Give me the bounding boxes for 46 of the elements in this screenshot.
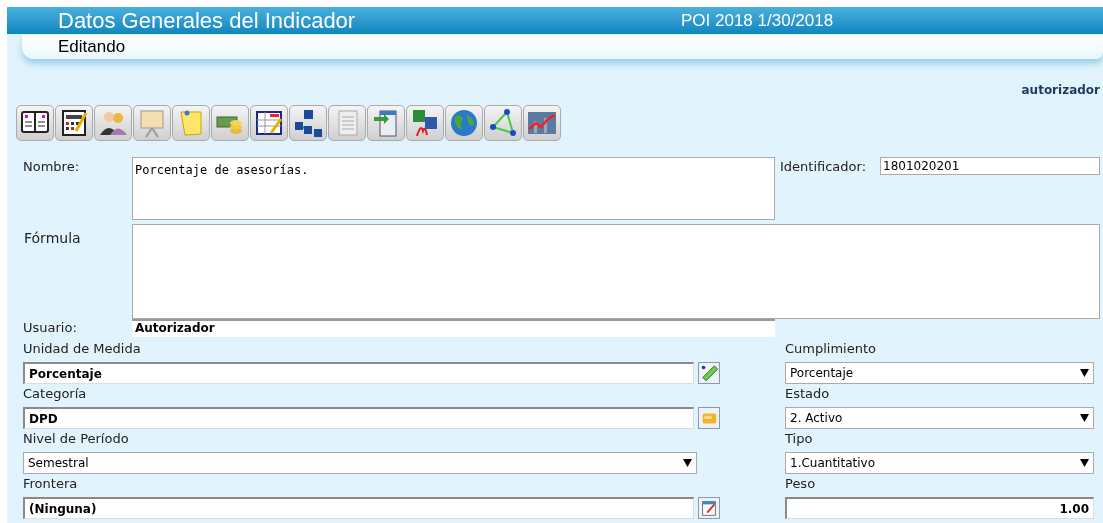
- folder-icon[interactable]: [698, 407, 720, 429]
- chart-icon[interactable]: [523, 105, 561, 141]
- document-export-icon[interactable]: [367, 105, 405, 141]
- field-label: Unidad de Medida: [23, 340, 142, 358]
- dropdown-arrow-icon: [1080, 459, 1089, 467]
- notepad-icon[interactable]: [698, 497, 720, 519]
- field-label: Estado: [785, 385, 831, 403]
- globe-icon[interactable]: [445, 105, 483, 141]
- dropdown[interactable]: Semestral: [23, 452, 697, 474]
- lookup-field[interactable]: Porcentaje: [23, 362, 694, 384]
- field-label: Categoría: [23, 385, 88, 403]
- mode-label: Editando: [58, 36, 126, 59]
- dropdown[interactable]: Porcentaje: [785, 362, 1094, 384]
- dropdown[interactable]: 1.Cuantitativo: [785, 452, 1094, 474]
- formula-textarea[interactable]: [132, 224, 1100, 319]
- network-icon[interactable]: [484, 105, 522, 141]
- calculator-icon[interactable]: [55, 105, 93, 141]
- user-field: Autorizador: [132, 319, 775, 337]
- field-label: Peso: [785, 475, 817, 493]
- office-files-icon[interactable]: [406, 105, 444, 141]
- money-icon[interactable]: [211, 105, 249, 141]
- lookup-field[interactable]: (Ninguna): [23, 497, 694, 519]
- field-label: Fórmula: [23, 229, 82, 248]
- table-edit-icon[interactable]: [250, 105, 288, 141]
- header-subtitle: POI 2018 1/30/2018: [681, 12, 834, 29]
- field-label: Identificador:: [780, 158, 868, 176]
- field-label: Nombre:: [22, 158, 81, 176]
- dropdown-arrow-icon: [1080, 414, 1089, 422]
- page-title: Datos Generales del Indicador: [58, 9, 357, 32]
- number-field[interactable]: 1.00: [785, 497, 1094, 519]
- field-label: Cumplimiento: [785, 340, 878, 358]
- field-label: Tipo: [785, 430, 814, 448]
- field-label: Usuario:: [22, 319, 78, 337]
- name-textarea[interactable]: Porcentaje de asesorías.: [132, 157, 775, 220]
- dropdown-arrow-icon: [1080, 369, 1089, 377]
- people-icon[interactable]: [94, 105, 132, 141]
- dropdown[interactable]: 2. Activo: [785, 407, 1094, 429]
- field-label: Frontera: [23, 475, 79, 493]
- dropdown-arrow-icon: [683, 459, 692, 467]
- book-icon[interactable]: [16, 105, 54, 141]
- current-user: autorizador: [1021, 82, 1100, 99]
- ruler-icon[interactable]: [698, 362, 720, 384]
- field-label: Nivel de Período: [23, 430, 130, 448]
- identifier-field[interactable]: 1801020201: [880, 157, 1100, 175]
- lookup-field[interactable]: DPD: [23, 407, 694, 429]
- hierarchy-icon[interactable]: [289, 105, 327, 141]
